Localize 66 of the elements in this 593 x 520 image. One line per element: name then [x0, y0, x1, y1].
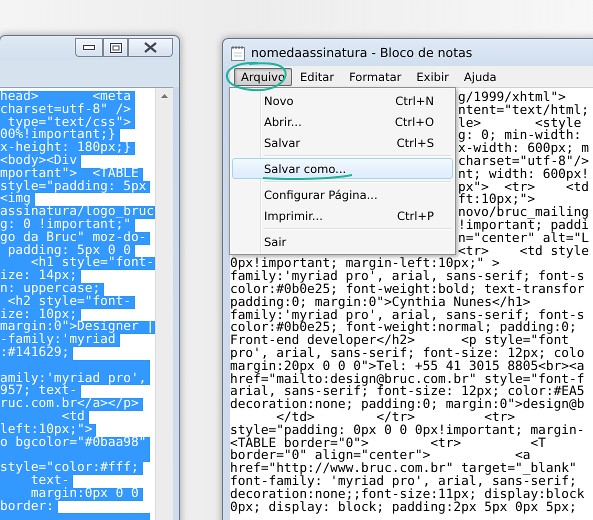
menu-option[interactable]: Salvar Ctrl+S — [232, 132, 453, 153]
window-title: nomedaassinatura - Bloco de notas — [251, 45, 472, 60]
code-line: !important; paddi — [458, 220, 590, 233]
code-line: novo/bruc_mailing — [458, 207, 590, 220]
code-line: 0px!important; margin-left:10px;" > — [230, 258, 500, 272]
code-line: n="center" alt="L — [458, 232, 590, 246]
shortcut-label: Ctrl+N — [395, 94, 434, 108]
scrollbar[interactable] — [155, 88, 173, 520]
minimize-button[interactable] — [75, 38, 103, 57]
close-icon — [144, 42, 157, 53]
code-line: color:#0b0e25; font-weight:bold; text-transfor — [230, 284, 586, 297]
scroll-up-icon — [161, 94, 168, 98]
code-line: decoration:none; padding:0; margin:0">design@b — [230, 399, 586, 412]
code-line: family:'myriad pro', arial, sans-serif; font-s — [230, 310, 586, 322]
menu-option[interactable]: Abrir... Ctrl+O — [232, 111, 453, 132]
code-line: <TABLE border="0"> <tr> <T — [230, 438, 546, 450]
code-line: pro', arial, sans-serif; font-size: 12px; colo — [230, 348, 586, 361]
menu-option[interactable]: Configurar Página... — [232, 184, 453, 205]
code-line: family:'myriad pro', arial, sans-serif; font-s — [230, 271, 586, 284]
code-line: decoration:none;;font-size:11px; display:block — [230, 488, 586, 502]
code-line: margin:20px 0 0 0">Tel: +55 41 3015 8805<br><a — [230, 360, 586, 374]
menu-option[interactable]: Imprimir... Ctrl+P — [232, 205, 453, 226]
menu-option[interactable]: Sair — [232, 231, 453, 252]
menu-option[interactable]: Salvar como... — [232, 158, 453, 179]
close-button[interactable] — [128, 38, 173, 57]
menu-item[interactable]: Exibir — [409, 68, 456, 86]
maximize-button[interactable] — [103, 38, 128, 57]
code-line: border="0" align="center"> <a — [230, 450, 530, 464]
code-line: Front-end developer</h2> <p style="font — [230, 335, 569, 348]
code-line: href="mailto:design@bruc.com.br" style="font-f — [230, 374, 586, 386]
code-line: font-family: 'myriad pro', arial, sans-serif; — [230, 476, 577, 489]
code-line: style="padding: 0px 0 0 0px!important; margin- — [230, 424, 586, 438]
menu-option[interactable]: Novo Ctrl+N — [232, 90, 453, 111]
code-line: 0px; display: block; padding:2px 5px 0px 5px; — [230, 502, 577, 514]
option-label: Salvar — [264, 136, 300, 150]
code-line: </td> </tr> <tr> — [276, 412, 516, 425]
menu-item[interactable]: Formatar — [342, 68, 408, 86]
option-label: Abrir... — [264, 114, 302, 128]
code-line: nt; width: 600px! — [458, 168, 590, 182]
menu-item[interactable]: Arquivo — [234, 68, 292, 86]
code-line: arial, sans-serif; font-size: 12px; color:#EA5 — [230, 386, 586, 400]
option-label: Novo — [264, 94, 294, 108]
code-line: padding:0; margin:0">Cynthia Nunes</h1> — [230, 296, 532, 310]
minimize-icon — [83, 45, 95, 50]
option-label: Imprimir... — [264, 208, 323, 222]
menu-item[interactable]: Ajuda — [456, 68, 504, 86]
code-line: ft:10px;"> — [458, 194, 536, 208]
maximize-icon — [110, 42, 122, 52]
notepad-icon — [231, 44, 245, 60]
shortcut-label: Ctrl+S — [396, 136, 434, 150]
option-label: Salvar como... — [264, 162, 346, 176]
code-line: g: 0; min-width: — [458, 130, 582, 144]
option-label: Configurar Página... — [264, 188, 378, 202]
shortcut-label: Ctrl+O — [394, 114, 434, 128]
shortcut-label: Ctrl+P — [396, 208, 434, 222]
code-line: x-width: 600px; m — [458, 143, 590, 156]
code-line: <tr> <td style — [458, 246, 590, 258]
menu-item[interactable]: Editar — [293, 68, 342, 86]
option-label: Sair — [264, 234, 286, 248]
code-line: g/1999/xhtml"> — [458, 92, 566, 105]
code-line: px"> <tr> <td — [458, 182, 590, 194]
code-line: color:#0b0e25; font-weight:normal; padding:0; — [230, 322, 578, 336]
code-line: href="http://www.bruc.com.br" target="_blank" — [230, 463, 578, 476]
code-line: ntent="text/html; — [458, 104, 590, 118]
code-line: charset="utf-8"/> — [458, 156, 590, 169]
code-line: le> <style — [458, 118, 582, 130]
